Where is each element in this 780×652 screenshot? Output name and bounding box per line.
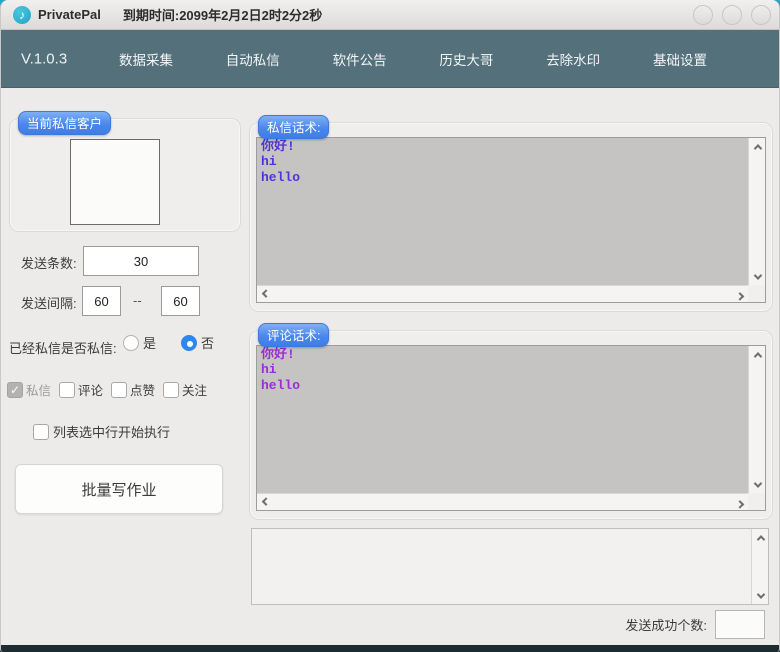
comment-script-textarea-frame: 你好! hi hello [256, 345, 766, 511]
chevron-right-icon[interactable] [731, 494, 748, 511]
interval-to-input[interactable] [161, 286, 200, 316]
chevron-left-icon[interactable] [257, 286, 274, 303]
checkbox-like-label: 点赞 [130, 380, 155, 399]
scrollbar-corner [748, 285, 765, 302]
window-controls [693, 5, 771, 25]
checkbox-follow-label: 关注 [182, 380, 207, 399]
main-area: 当前私信客户 发送条数: 发送间隔: -- 已经私信是否私信: 是 否 ✓ 私信 [1, 88, 779, 645]
checkbox-comment-label: 评论 [78, 380, 103, 399]
chevron-down-icon[interactable] [749, 268, 766, 285]
log-list-content[interactable] [252, 529, 751, 604]
batch-write-button[interactable]: 批量写作业 [15, 464, 223, 514]
music-note-icon: ♪ [13, 6, 31, 24]
scrollbar-corner [748, 493, 765, 510]
radio-option-no[interactable]: 否 [181, 333, 214, 352]
success-count-label: 发送成功个数: [625, 615, 707, 634]
version-label: V.1.0.3 [21, 50, 67, 67]
app-window: ♪ PrivatePal 到期时间:2099年2月2日2时2分2秒 V.1.0.… [0, 0, 780, 652]
minimize-button[interactable] [693, 5, 713, 25]
checkbox-comment[interactable]: 评论 [59, 380, 103, 399]
checkbox-follow[interactable]: 关注 [163, 380, 207, 399]
checkbox-dm-label: 私信 [26, 380, 51, 399]
tab-data-collection[interactable]: 数据采集 [119, 49, 173, 69]
chevron-up-icon[interactable] [749, 138, 766, 155]
tab-basic-settings[interactable]: 基础设置 [653, 49, 707, 69]
close-button[interactable] [751, 5, 771, 25]
scrollbar-track[interactable] [274, 494, 731, 510]
radio-no-dot[interactable] [181, 335, 197, 351]
checkbox-dm-box[interactable]: ✓ [7, 382, 23, 398]
send-interval-label: 发送间隔: [21, 293, 77, 312]
interval-separator: -- [133, 293, 142, 308]
action-checkbox-row: ✓ 私信 评论 点赞 关注 [7, 380, 207, 399]
dm-horizontal-scrollbar[interactable] [257, 285, 748, 302]
app-title: PrivatePal [38, 7, 101, 22]
dm-script-textarea[interactable]: 你好! hi hello [257, 138, 748, 285]
dm-script-group: 私信话术: 你好! hi hello [249, 122, 773, 312]
radio-yes-label: 是 [143, 333, 156, 352]
success-count-input[interactable] [715, 610, 765, 639]
log-list-box[interactable] [251, 528, 769, 605]
checkbox-comment-box[interactable] [59, 382, 75, 398]
comment-vertical-scrollbar[interactable] [748, 346, 765, 493]
scrollbar-track[interactable] [274, 286, 731, 302]
checkbox-start-from-selected-label: 列表选中行开始执行 [53, 422, 170, 441]
comment-horizontal-scrollbar[interactable] [257, 493, 748, 510]
title-bar: ♪ PrivatePal 到期时间:2099年2月2日2时2分2秒 [1, 0, 779, 30]
nav-bar: V.1.0.3 数据采集 自动私信 软件公告 历史大哥 去除水印 基础设置 [1, 30, 779, 88]
log-vertical-scrollbar[interactable] [751, 529, 768, 604]
comment-script-group-label: 评论话术: [258, 323, 329, 347]
chevron-right-icon[interactable] [731, 286, 748, 303]
dm-vertical-scrollbar[interactable] [748, 138, 765, 285]
maximize-button[interactable] [722, 5, 742, 25]
scrollbar-track[interactable] [749, 363, 765, 476]
chevron-up-icon[interactable] [749, 346, 766, 363]
radio-yes-dot[interactable] [123, 335, 139, 351]
success-count-row: 发送成功个数: [625, 609, 765, 639]
customer-avatar-placeholder [70, 139, 160, 225]
comment-script-textarea[interactable]: 你好! hi hello [257, 346, 748, 493]
interval-from-input[interactable] [82, 286, 121, 316]
chevron-up-icon[interactable] [752, 529, 769, 546]
already-sent-label: 已经私信是否私信: [9, 338, 117, 357]
chevron-down-icon[interactable] [752, 587, 769, 604]
chevron-left-icon[interactable] [257, 494, 274, 511]
checkbox-like-box[interactable] [111, 382, 127, 398]
tab-remove-watermark[interactable]: 去除水印 [546, 49, 600, 69]
tab-history[interactable]: 历史大哥 [439, 49, 493, 69]
dm-script-textarea-frame: 你好! hi hello [256, 137, 766, 303]
radio-option-yes[interactable]: 是 [123, 333, 156, 352]
send-count-input[interactable] [83, 246, 199, 276]
expiry-time-label: 到期时间:2099年2月2日2时2分2秒 [123, 5, 322, 24]
comment-script-group: 评论话术: 你好! hi hello [249, 330, 773, 520]
checkbox-start-from-selected-box[interactable] [33, 424, 49, 440]
checkbox-start-from-selected[interactable]: 列表选中行开始执行 [33, 422, 170, 441]
radio-no-label: 否 [201, 333, 214, 352]
checkbox-follow-box[interactable] [163, 382, 179, 398]
current-customer-group: 当前私信客户 [9, 118, 241, 232]
tab-announcement[interactable]: 软件公告 [333, 49, 387, 69]
tab-auto-dm[interactable]: 自动私信 [226, 49, 280, 69]
chevron-down-icon[interactable] [749, 476, 766, 493]
scrollbar-track[interactable] [749, 155, 765, 268]
scrollbar-track[interactable] [752, 546, 768, 587]
checkbox-dm[interactable]: ✓ 私信 [7, 380, 51, 399]
send-count-label: 发送条数: [21, 253, 77, 272]
checkbox-like[interactable]: 点赞 [111, 380, 155, 399]
bottom-bar [1, 645, 779, 652]
nav-tabs: 数据采集 自动私信 软件公告 历史大哥 去除水印 基础设置 [119, 30, 707, 87]
current-customer-group-label: 当前私信客户 [18, 111, 111, 135]
dm-script-group-label: 私信话术: [258, 115, 329, 139]
